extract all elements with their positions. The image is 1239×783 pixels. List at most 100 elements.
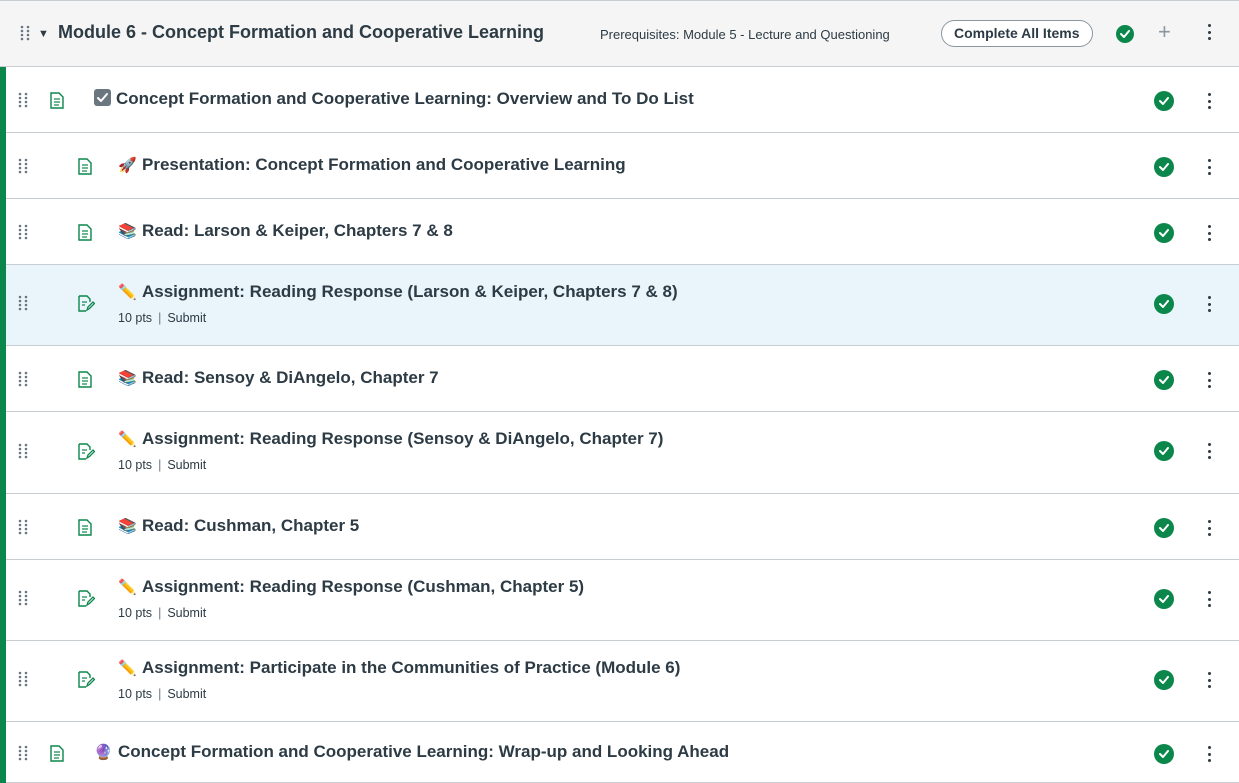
module-item-details: 10 pts | Submit	[118, 311, 206, 325]
drag-handle-icon[interactable]	[20, 25, 30, 41]
item-options-icon[interactable]	[1207, 372, 1211, 388]
assignment-icon	[78, 671, 96, 693]
completed-check-icon	[1154, 370, 1174, 390]
item-options-icon[interactable]	[1207, 520, 1211, 536]
complete-all-items-badge: Complete All Items	[941, 20, 1093, 47]
item-options-icon[interactable]	[1207, 672, 1211, 688]
title-emoji-icon: ✏️	[118, 284, 137, 301]
points-label: 10 pts	[118, 311, 153, 325]
separator: |	[158, 458, 162, 472]
checkbox-emoji-icon	[94, 89, 111, 106]
module-item-row[interactable]: 📚 Read: Larson & Keiper, Chapters 7 & 8	[6, 199, 1239, 265]
assignment-icon	[78, 590, 96, 612]
submit-label: Submit	[167, 311, 207, 325]
completed-check-icon	[1154, 157, 1174, 177]
title-emoji-icon: 🚀	[118, 157, 137, 174]
completed-check-icon	[1154, 294, 1174, 314]
module-title[interactable]: Module 6 - Concept Formation and Coopera…	[58, 22, 544, 43]
item-options-icon[interactable]	[1207, 296, 1211, 312]
module-item-title-text[interactable]: Assignment: Reading Response (Sensoy & D…	[142, 429, 663, 448]
module-item-title-text[interactable]: Read: Cushman, Chapter 5	[142, 516, 359, 535]
collapse-caret-icon[interactable]: ▼	[38, 28, 49, 40]
title-emoji-icon: 🔮	[94, 744, 113, 761]
title-emoji-icon: ✏️	[118, 579, 137, 596]
module-item-title[interactable]: 🚀 Presentation: Concept Formation and Coo…	[118, 155, 626, 175]
item-options-icon[interactable]	[1207, 225, 1211, 241]
module-item-details: 10 pts | Submit	[118, 606, 206, 620]
drag-handle-icon[interactable]	[18, 745, 28, 761]
module-item-title-text[interactable]: Concept Formation and Cooperative Learni…	[118, 742, 729, 761]
submit-label: Submit	[167, 687, 207, 701]
completed-check-icon	[1154, 589, 1174, 609]
drag-handle-icon[interactable]	[18, 295, 28, 311]
drag-handle-icon[interactable]	[18, 371, 28, 387]
module-item-title[interactable]: 📚 Read: Sensoy & DiAngelo, Chapter 7	[118, 368, 439, 388]
module-header[interactable]: ▼ Module 6 - Concept Formation and Coope…	[0, 0, 1239, 67]
module-item-title[interactable]: 🔮 Concept Formation and Cooperative Learn…	[94, 742, 729, 762]
separator: |	[158, 687, 162, 701]
module-item-row[interactable]: Concept Formation and Cooperative Learni…	[6, 67, 1239, 133]
drag-handle-icon[interactable]	[18, 158, 28, 174]
drag-handle-icon[interactable]	[18, 92, 28, 108]
points-label: 10 pts	[118, 687, 153, 701]
title-emoji-icon: 📚	[118, 223, 137, 240]
module-item-details: 10 pts | Submit	[118, 458, 206, 472]
drag-handle-icon[interactable]	[18, 224, 28, 240]
separator: |	[158, 311, 162, 325]
page-icon	[78, 224, 92, 246]
module-item-title[interactable]: ✏️ Assignment: Reading Response (Cushman,…	[118, 577, 584, 597]
module-item-row[interactable]: 🚀 Presentation: Concept Formation and Coo…	[6, 133, 1239, 199]
module-prerequisites: Prerequisites: Module 5 - Lecture and Qu…	[600, 27, 890, 42]
title-emoji-icon: ✏️	[118, 660, 137, 677]
separator: |	[158, 606, 162, 620]
item-options-icon[interactable]	[1207, 159, 1211, 175]
module-item-title-text[interactable]: Assignment: Reading Response (Cushman, C…	[142, 577, 584, 596]
module-item-title[interactable]: 📚 Read: Cushman, Chapter 5	[118, 516, 359, 536]
module-item-row[interactable]: ✏️ Assignment: Reading Response (Larson &…	[6, 265, 1239, 346]
page-icon	[78, 158, 92, 180]
module-item-title-text[interactable]: Read: Sensoy & DiAngelo, Chapter 7	[142, 368, 439, 387]
page-icon	[78, 519, 92, 541]
submit-label: Submit	[167, 458, 207, 472]
completed-check-icon	[1154, 744, 1174, 764]
module-options-icon[interactable]	[1207, 24, 1211, 40]
module-item-title-text[interactable]: Assignment: Reading Response (Larson & K…	[142, 282, 678, 301]
module-item-title[interactable]: ✏️ Assignment: Participate in the Communi…	[118, 658, 680, 678]
module-item-title[interactable]: Concept Formation and Cooperative Learni…	[94, 89, 694, 109]
module-item-row[interactable]: 📚 Read: Cushman, Chapter 5	[6, 494, 1239, 560]
item-options-icon[interactable]	[1207, 746, 1211, 762]
drag-handle-icon[interactable]	[18, 671, 28, 687]
module-item-title-text[interactable]: Presentation: Concept Formation and Coop…	[142, 155, 626, 174]
item-options-icon[interactable]	[1207, 93, 1211, 109]
module-item-title-text[interactable]: Concept Formation and Cooperative Learni…	[116, 89, 694, 108]
module-complete-check-icon	[1116, 25, 1134, 43]
item-options-icon[interactable]	[1207, 591, 1211, 607]
module-item-details: 10 pts | Submit	[118, 687, 206, 701]
drag-handle-icon[interactable]	[18, 590, 28, 606]
title-emoji-icon: 📚	[118, 518, 137, 535]
title-emoji-icon: ✏️	[118, 431, 137, 448]
module-item-title[interactable]: ✏️ Assignment: Reading Response (Sensoy &…	[118, 429, 663, 449]
add-item-icon[interactable]: +	[1158, 21, 1171, 43]
module-item-row[interactable]: ✏️ Assignment: Reading Response (Sensoy &…	[6, 412, 1239, 494]
points-label: 10 pts	[118, 606, 153, 620]
module-items-list: Concept Formation and Cooperative Learni…	[0, 67, 1239, 783]
module-item-row[interactable]: ✏️ Assignment: Reading Response (Cushman,…	[6, 560, 1239, 641]
assignment-icon	[78, 443, 96, 465]
drag-handle-icon[interactable]	[18, 519, 28, 535]
module-item-title[interactable]: ✏️ Assignment: Reading Response (Larson &…	[118, 282, 678, 302]
module-item-title-text[interactable]: Read: Larson & Keiper, Chapters 7 & 8	[142, 221, 453, 240]
module-item-title-text[interactable]: Assignment: Participate in the Communiti…	[142, 658, 680, 677]
submit-label: Submit	[167, 606, 207, 620]
module-item-row[interactable]: ✏️ Assignment: Participate in the Communi…	[6, 641, 1239, 722]
module-item-row[interactable]: 🔮 Concept Formation and Cooperative Learn…	[6, 722, 1239, 783]
module-item-row[interactable]: 📚 Read: Sensoy & DiAngelo, Chapter 7	[6, 346, 1239, 412]
drag-handle-icon[interactable]	[18, 443, 28, 459]
completed-check-icon	[1154, 518, 1174, 538]
module-item-title[interactable]: 📚 Read: Larson & Keiper, Chapters 7 & 8	[118, 221, 453, 241]
completed-check-icon	[1154, 670, 1174, 690]
page-icon	[50, 92, 64, 114]
completed-check-icon	[1154, 223, 1174, 243]
completed-check-icon	[1154, 441, 1174, 461]
item-options-icon[interactable]	[1207, 443, 1211, 459]
